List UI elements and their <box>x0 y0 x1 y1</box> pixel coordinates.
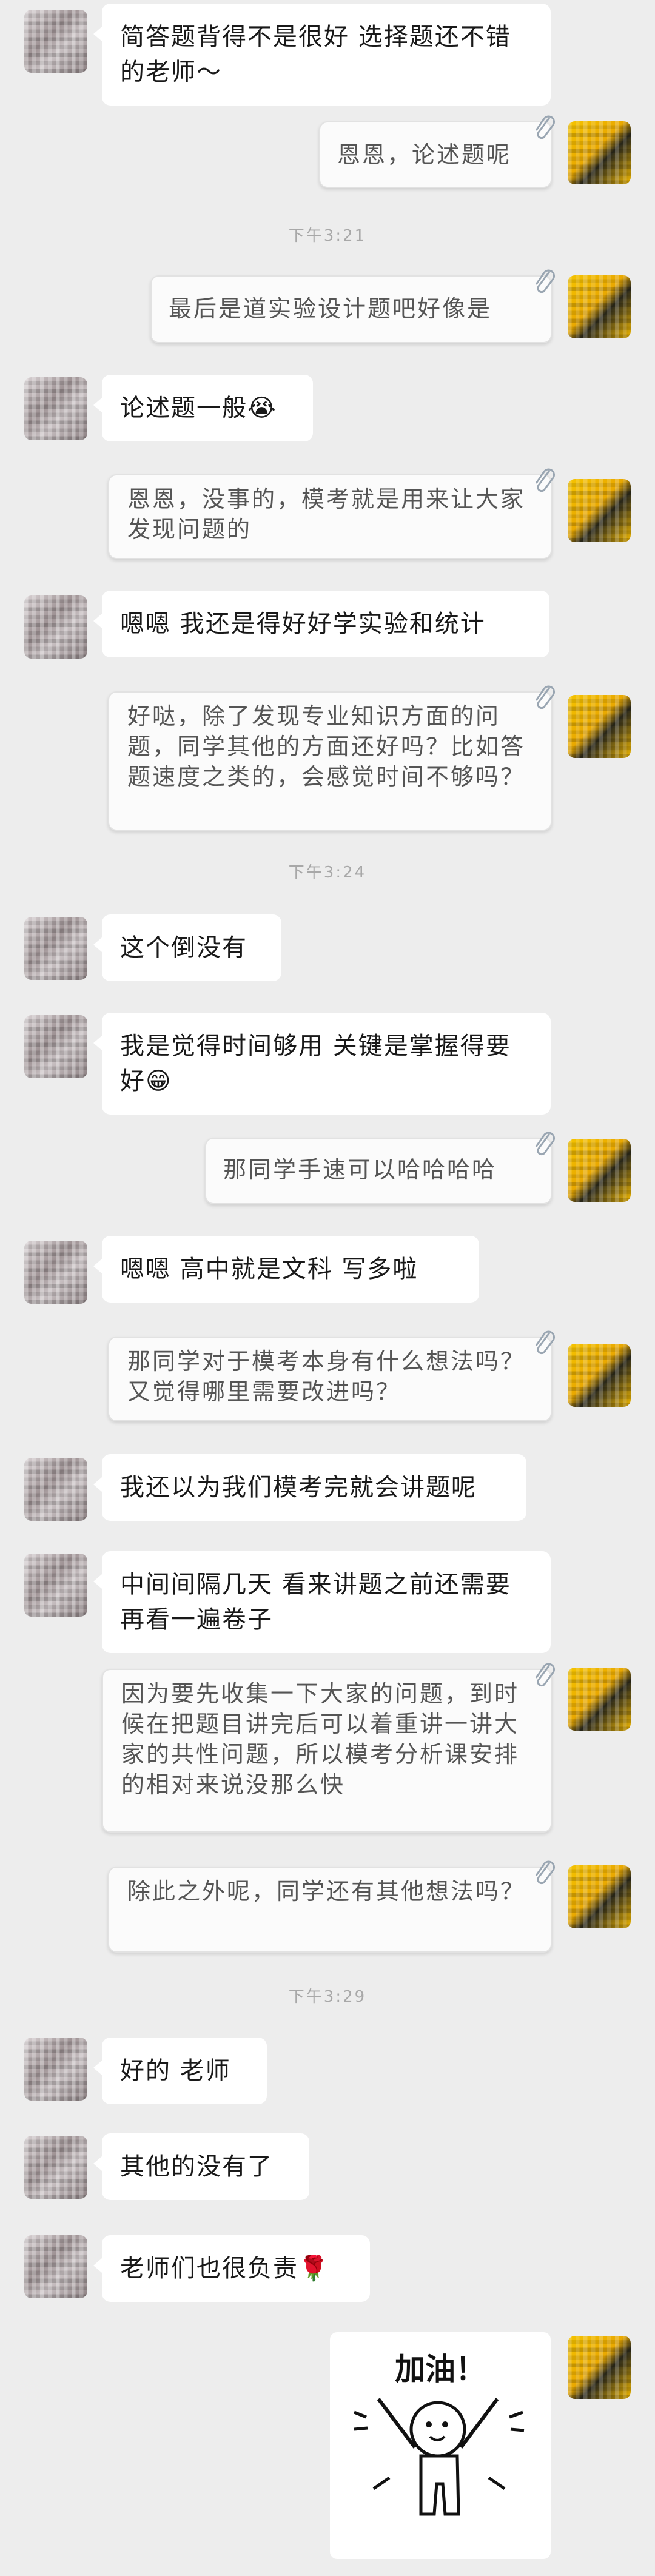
message-bubble[interactable]: 我是觉得时间够用 关键是掌握得要好😁 <box>93 1013 551 1115</box>
message-bubble[interactable]: 简答题背得不是很好 选择题还不错的老师～ <box>93 4 551 106</box>
avatar[interactable] <box>24 2038 87 2101</box>
message-bubble[interactable]: 论述题一般😭 <box>93 375 313 441</box>
message-bubble[interactable]: 好的 老师 <box>93 2038 267 2104</box>
avatar[interactable] <box>24 1458 87 1521</box>
avatar[interactable] <box>24 377 87 440</box>
paperclip-icon <box>532 684 557 713</box>
message-bubble[interactable]: 那同学对于模考本身有什么想法吗？又觉得哪里需要改进吗？ <box>108 1330 555 1421</box>
paperclip-icon <box>532 114 557 143</box>
message-bubble[interactable]: 这个倒没有 <box>93 914 281 981</box>
message-bubble[interactable]: 恩恩，没事的，模考就是用来让大家发现问题的 <box>108 468 555 559</box>
avatar[interactable] <box>24 595 87 659</box>
avatar[interactable] <box>568 1139 631 1202</box>
sticker-text: 加油！ <box>395 2352 486 2387</box>
timestamp: 下午3:24 <box>288 864 367 882</box>
message-bubble[interactable]: 那同学手速可以哈哈哈哈 <box>205 1132 555 1204</box>
avatar[interactable] <box>568 121 631 184</box>
paperclip-icon <box>532 1662 557 1691</box>
avatar[interactable] <box>24 2136 87 2199</box>
message-bubble[interactable]: 恩恩，论述题呢 <box>319 115 555 188</box>
paperclip-icon <box>532 1329 557 1358</box>
avatar[interactable] <box>24 917 87 980</box>
avatar[interactable] <box>24 1015 87 1078</box>
message-text: 其他的没有了 <box>120 2153 273 2181</box>
message-bubble[interactable]: 老师们也很负责🌹 <box>93 2235 370 2302</box>
message-text: 中间间隔几天 看来讲题之前还需要再看一遍卷子 <box>120 1571 511 1634</box>
message-text: 嗯嗯 高中就是文科 写多啦 <box>120 1255 418 1283</box>
message-bubble[interactable]: 嗯嗯 高中就是文科 写多啦 <box>93 1236 479 1303</box>
avatar[interactable] <box>24 1241 87 1304</box>
message-text: 因为要先收集一下大家的问题，到时候在把题目讲完后可以着重讲一讲大家的共性问题，所… <box>121 1680 520 1798</box>
timestamp: 下午3:21 <box>288 227 367 245</box>
sticker-image[interactable]: 加油！ <box>330 2332 551 2559</box>
message-text: 简答题背得不是很好 选择题还不错的老师～ <box>120 23 511 86</box>
message-text: 恩恩，论述题呢 <box>337 141 512 168</box>
paperclip-icon <box>532 1130 557 1159</box>
message-bubble[interactable]: 好哒，除了发现专业知识方面的问题，同学其他的方面还好吗？比如答题速度之类的，会感… <box>108 685 555 831</box>
message-text: 最后是道实验设计题吧好像是 <box>169 295 492 322</box>
message-bubble[interactable]: 嗯嗯 我还是得好好学实验和统计 <box>93 591 549 657</box>
paperclip-icon <box>532 467 557 496</box>
avatar[interactable] <box>568 1865 631 1928</box>
message-text: 恩恩，没事的，模考就是用来让大家发现问题的 <box>127 486 526 543</box>
timestamp: 下午3:29 <box>288 1988 367 2006</box>
message-bubble[interactable]: 除此之外呢，同学还有其他想法吗？ <box>108 1860 555 1953</box>
avatar[interactable] <box>568 2336 631 2399</box>
message-bubble[interactable]: 最后是道实验设计题吧好像是 <box>150 269 555 343</box>
message-text: 这个倒没有 <box>120 934 247 962</box>
message-text: 那同学对于模考本身有什么想法吗？又觉得哪里需要改进吗？ <box>127 1348 526 1405</box>
avatar[interactable] <box>24 1554 87 1617</box>
message-bubble[interactable]: 中间间隔几天 看来讲题之前还需要再看一遍卷子 <box>93 1551 551 1653</box>
message-bubble[interactable]: 其他的没有了 <box>93 2133 309 2200</box>
message-bubble[interactable]: 因为要先收集一下大家的问题，到时候在把题目讲完后可以着重讲一讲大家的共性问题，所… <box>102 1663 555 1833</box>
message-text: 好的 老师 <box>120 2057 231 2085</box>
avatar[interactable] <box>568 479 631 542</box>
avatar[interactable] <box>568 1344 631 1407</box>
message-text: 老师们也很负责🌹 <box>120 2255 330 2283</box>
message-text: 嗯嗯 我还是得好好学实验和统计 <box>120 610 486 638</box>
avatar[interactable] <box>568 1668 631 1731</box>
message-text: 好哒，除了发现专业知识方面的问题，同学其他的方面还好吗？比如答题速度之类的，会感… <box>127 703 526 790</box>
paperclip-icon <box>532 268 557 297</box>
jiayou-sticker: 加油！ <box>354 2352 525 2516</box>
avatar[interactable] <box>24 10 87 73</box>
message-bubble[interactable]: 我还以为我们模考完就会讲题呢 <box>93 1454 526 1521</box>
message-text: 论述题一般😭 <box>120 394 277 422</box>
paperclip-icon <box>532 1859 557 1888</box>
message-text: 除此之外呢，同学还有其他想法吗？ <box>127 1878 526 1905</box>
avatar[interactable] <box>24 2235 87 2298</box>
message-text: 那同学手速可以哈哈哈哈 <box>223 1156 497 1183</box>
avatar[interactable] <box>568 695 631 758</box>
message-text: 我是觉得时间够用 关键是掌握得要好😁 <box>120 1032 511 1095</box>
avatar[interactable] <box>568 275 631 338</box>
message-text: 我还以为我们模考完就会讲题呢 <box>120 1474 477 1501</box>
